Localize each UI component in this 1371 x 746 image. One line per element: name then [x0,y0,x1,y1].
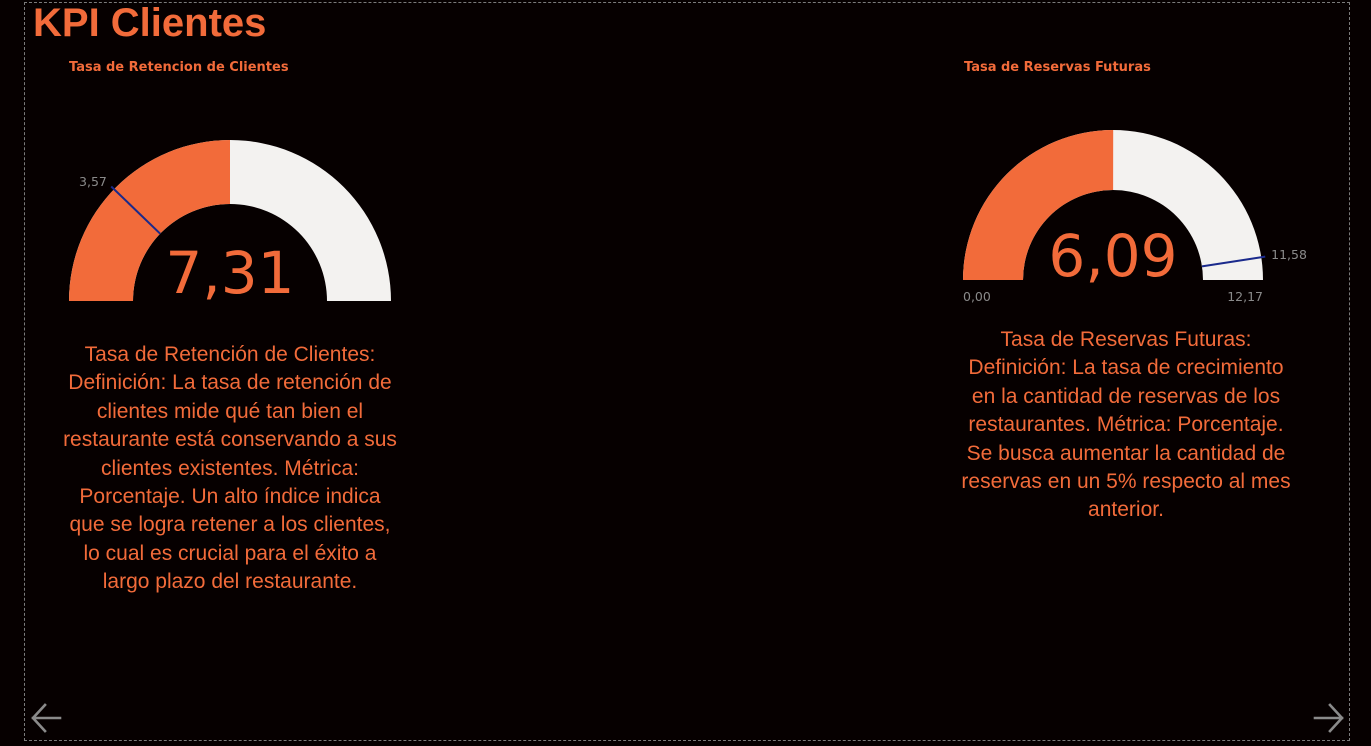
report-page: KPI Clientes Tasa de Retencion de Client… [0,0,1371,746]
arrow-left-icon[interactable] [28,700,64,736]
gauge-target-label: 11,58 [1271,247,1307,262]
gauge-value: 6,09 [1048,222,1177,290]
gauge-min-label: 0,00 [963,289,991,304]
arrow-right-icon[interactable] [1311,700,1347,736]
gauge-max-label: 12,17 [1227,289,1263,304]
description-reservas: Tasa de Reservas Futuras: Definición: La… [961,328,1291,522]
